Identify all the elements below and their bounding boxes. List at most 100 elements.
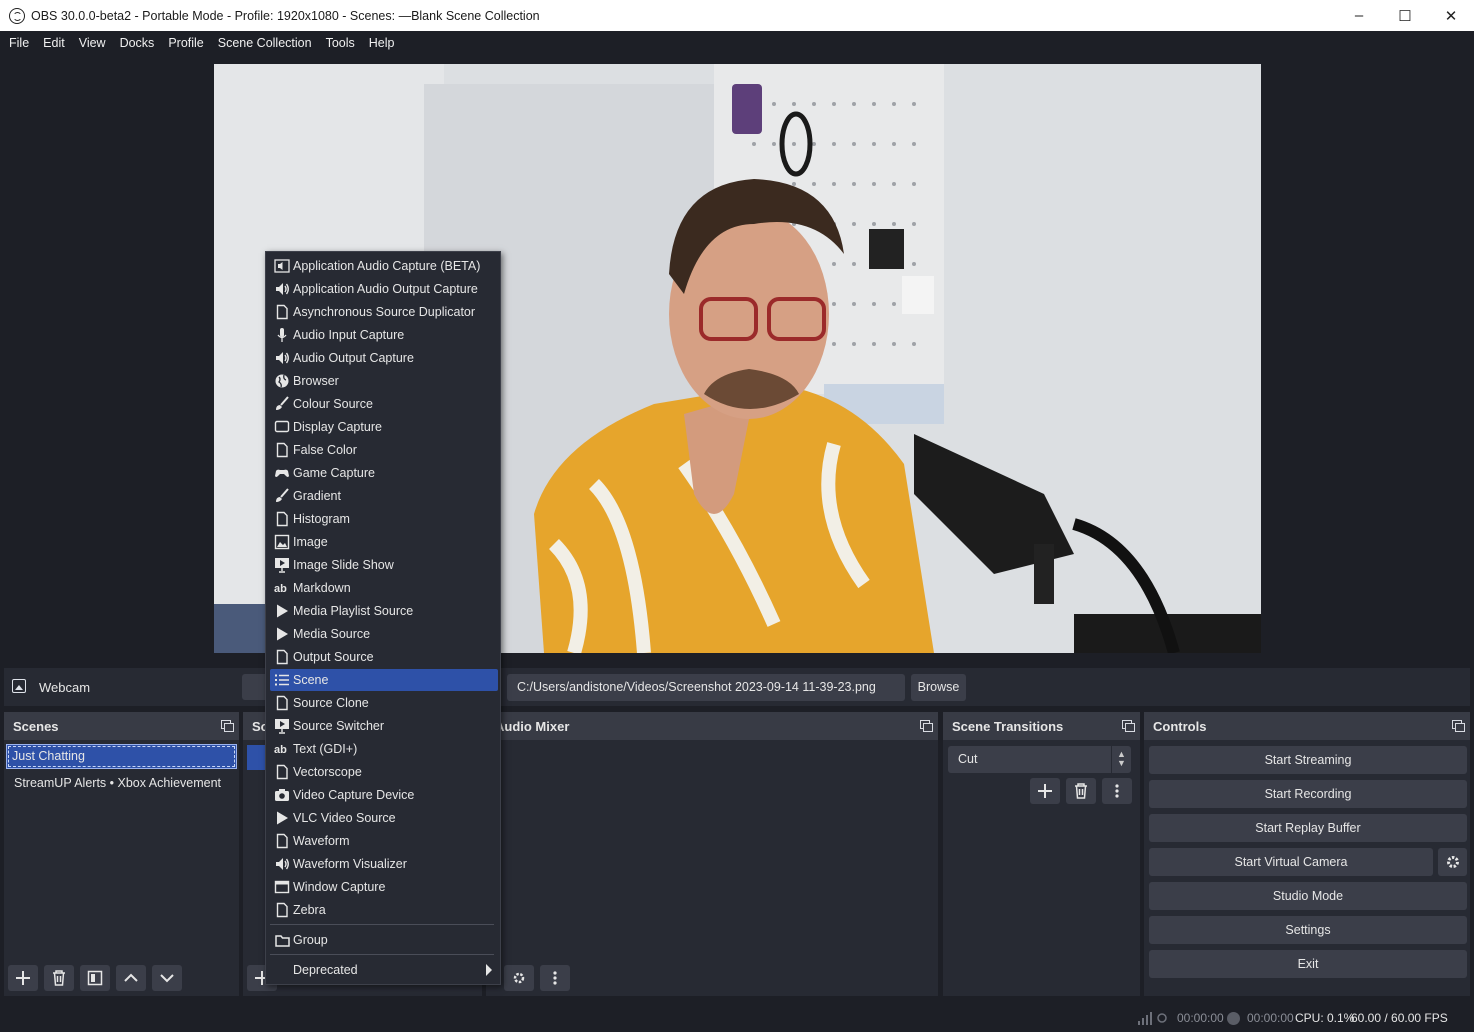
scenes-toolbar <box>8 965 182 991</box>
scene-item-streamup-alerts[interactable]: StreamUP Alerts • Xbox Achievement <box>6 771 237 796</box>
file-icon <box>274 833 290 849</box>
menu-item-group[interactable]: Group <box>270 929 498 951</box>
file-icon <box>274 902 290 918</box>
menu-item-deprecated[interactable]: Deprecated <box>270 959 498 981</box>
menu-item-display-capture[interactable]: Display Capture <box>270 416 498 438</box>
menu-item-vlc-video-source[interactable]: VLC Video Source <box>270 807 498 829</box>
move-scene-up-button[interactable] <box>116 965 146 991</box>
record-time: 00:00:00 <box>1247 1011 1294 1025</box>
start-streaming-button[interactable]: Start Streaming <box>1149 746 1467 774</box>
menu-item-label: Media Playlist Source <box>293 604 414 618</box>
scenes-dock-header: Scenes <box>4 712 239 740</box>
browse-button[interactable]: Browse <box>911 674 966 701</box>
menu-item-image[interactable]: Image <box>270 531 498 553</box>
advanced-audio-properties-button[interactable] <box>504 965 534 991</box>
scene-transitions-header: Scene Transitions <box>943 712 1140 740</box>
menu-item-vectorscope[interactable]: Vectorscope <box>270 761 498 783</box>
menu-item-audio-output-capture[interactable]: Audio Output Capture <box>270 347 498 369</box>
menu-item-markdown[interactable]: ab Markdown <box>270 577 498 599</box>
menu-item-image-slide-show[interactable]: Image Slide Show <box>270 554 498 576</box>
transition-menu-button[interactable] <box>1102 778 1132 804</box>
menu-docks[interactable]: Docks <box>113 36 162 50</box>
menu-item-label: Scene <box>293 673 329 687</box>
menu-item-output-source[interactable]: Output Source <box>270 646 498 668</box>
menu-item-application-audio-output-capture[interactable]: Application Audio Output Capture <box>270 278 498 300</box>
scenes-dock: Scenes Just Chatting StreamUP Alerts • X… <box>4 712 239 996</box>
close-button[interactable]: ✕ <box>1428 0 1474 31</box>
remove-transition-button[interactable] <box>1066 778 1096 804</box>
menu-item-label: Markdown <box>293 581 351 595</box>
menu-item-waveform[interactable]: Waveform <box>270 830 498 852</box>
move-scene-down-button[interactable] <box>152 965 182 991</box>
undock-icon[interactable] <box>1122 720 1135 732</box>
brush-icon <box>274 488 290 504</box>
menu-item-media-playlist-source[interactable]: Media Playlist Source <box>270 600 498 622</box>
file-icon <box>274 511 290 527</box>
menu-item-text-gdi[interactable]: ab Text (GDI+) <box>270 738 498 760</box>
menu-item-zebra[interactable]: Zebra <box>270 899 498 921</box>
menu-help[interactable]: Help <box>362 36 402 50</box>
menu-item-label: Histogram <box>293 512 350 526</box>
undock-icon[interactable] <box>1452 720 1465 732</box>
menu-item-source-clone[interactable]: Source Clone <box>270 692 498 714</box>
plus-icon <box>1038 784 1052 798</box>
menu-item-game-capture[interactable]: Game Capture <box>270 462 498 484</box>
audio-mixer-menu-button[interactable] <box>540 965 570 991</box>
menu-item-histogram[interactable]: Histogram <box>270 508 498 530</box>
menu-item-label: Window Capture <box>293 880 386 894</box>
minimize-button[interactable]: – <box>1336 0 1382 31</box>
more-vertical-icon <box>1115 784 1119 798</box>
menu-scene-collection[interactable]: Scene Collection <box>211 36 319 50</box>
menu-item-audio-input-capture[interactable]: Audio Input Capture <box>270 324 498 346</box>
menu-item-browser[interactable]: Browser <box>270 370 498 392</box>
menu-file[interactable]: File <box>2 36 36 50</box>
menu-item-colour-source[interactable]: Colour Source <box>270 393 498 415</box>
add-transition-button[interactable] <box>1030 778 1060 804</box>
settings-button[interactable]: Settings <box>1149 916 1467 944</box>
audio-mixer-dock: Audio Mixer <box>486 712 938 996</box>
menu-item-gradient[interactable]: Gradient <box>270 485 498 507</box>
undock-icon[interactable] <box>221 720 234 732</box>
menu-profile[interactable]: Profile <box>161 36 210 50</box>
start-virtual-camera-button[interactable]: Start Virtual Camera <box>1149 848 1433 876</box>
gear-icon <box>1446 856 1459 868</box>
menu-item-asynchronous-source-duplicator[interactable]: Asynchronous Source Duplicator <box>270 301 498 323</box>
menu-item-scene[interactable]: Scene <box>270 669 498 691</box>
transition-select[interactable]: Cut ▲ ▼ <box>948 746 1131 773</box>
scene-list: Just Chatting StreamUP Alerts • Xbox Ach… <box>6 744 237 796</box>
gamepad-icon <box>274 465 290 481</box>
maximize-button[interactable]: ☐ <box>1382 0 1428 31</box>
menu-item-application-audio-capture-beta[interactable]: Application Audio Capture (BETA) <box>270 255 498 277</box>
menu-item-source-switcher[interactable]: Source Switcher <box>270 715 498 737</box>
add-scene-button[interactable] <box>8 965 38 991</box>
obs-logo-icon <box>9 7 25 24</box>
more-vertical-icon <box>553 971 557 985</box>
camera-icon <box>274 787 290 803</box>
menu-item-media-source[interactable]: Media Source <box>270 623 498 645</box>
status-bar: 00:00:00 00:00:00 CPU: 0.1% 60.00 / 60.0… <box>0 1003 1474 1032</box>
virtual-camera-settings-button[interactable] <box>1438 848 1467 876</box>
menu-item-waveform-visualizer[interactable]: Waveform Visualizer <box>270 853 498 875</box>
menu-edit[interactable]: Edit <box>36 36 72 50</box>
folder-icon <box>274 932 290 948</box>
menu-item-window-capture[interactable]: Window Capture <box>270 876 498 898</box>
studio-mode-button[interactable]: Studio Mode <box>1149 882 1467 910</box>
exit-button[interactable]: Exit <box>1149 950 1467 978</box>
filter-icon <box>87 970 103 986</box>
undock-icon[interactable] <box>920 720 933 732</box>
menu-tools[interactable]: Tools <box>319 36 362 50</box>
remove-scene-button[interactable] <box>44 965 74 991</box>
menu-view[interactable]: View <box>72 36 113 50</box>
menu-item-label: Application Audio Output Capture <box>293 282 478 296</box>
start-recording-button[interactable]: Start Recording <box>1149 780 1467 808</box>
speaker-icon <box>274 281 290 297</box>
menu-item-false-color[interactable]: False Color <box>270 439 498 461</box>
scene-filters-button[interactable] <box>80 965 110 991</box>
selected-source-row[interactable] <box>247 745 267 770</box>
menu-item-video-capture-device[interactable]: Video Capture Device <box>270 784 498 806</box>
start-replay-buffer-button[interactable]: Start Replay Buffer <box>1149 814 1467 842</box>
scene-item-just-chatting[interactable]: Just Chatting <box>6 744 237 769</box>
window-controls: – ☐ ✕ <box>1336 0 1474 31</box>
menu-item-label: False Color <box>293 443 357 457</box>
image-path-field[interactable]: C:/Users/andistone/Videos/Screenshot 202… <box>507 674 905 701</box>
